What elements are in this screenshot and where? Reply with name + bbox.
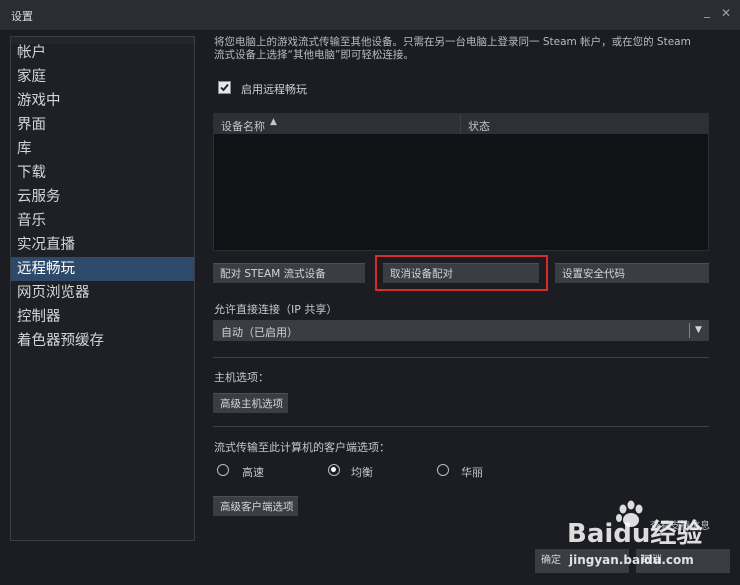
close-button[interactable]: ✕ xyxy=(721,6,731,20)
dropdown-separator xyxy=(689,323,690,338)
enable-remote-play-checkbox[interactable] xyxy=(218,81,231,94)
pair-streaming-device-button[interactable]: 配对 STEAM 流式设备 xyxy=(213,263,365,283)
sidebar-item-library[interactable]: 库 xyxy=(11,137,194,161)
chevron-down-icon[interactable]: ▼ xyxy=(695,325,702,335)
baidu-jingyan-watermark: Baidu经验 jingyan.baidu.com xyxy=(567,500,702,567)
watermark-url: jingyan.baidu.com xyxy=(568,553,694,567)
radio-fast-label: 高速 xyxy=(242,466,264,479)
direct-connect-label: 允许直接连接（IP 共享） xyxy=(214,303,338,316)
remote-play-description: 将您电脑上的游戏流式传输至其他设备。只需在另一台电脑上登录同一 Steam 帐户… xyxy=(214,36,714,62)
checkmark-icon xyxy=(220,83,229,92)
sidebar-item-remote-play[interactable]: 远程畅玩 xyxy=(11,257,194,281)
radio-balanced-label: 均衡 xyxy=(351,466,373,479)
radio-beautiful-label: 华丽 xyxy=(461,466,483,479)
sidebar-item-web-browser[interactable]: 网页浏览器 xyxy=(11,281,194,305)
advanced-host-options-button[interactable]: 高级主机选项 xyxy=(213,393,288,413)
section-divider xyxy=(213,357,709,358)
watermark-brand: Baidu经验 xyxy=(567,518,702,549)
direct-connect-dropdown[interactable]: 自动（已启用） ▼ xyxy=(213,320,709,341)
sidebar-item-music[interactable]: 音乐 xyxy=(11,209,194,233)
remote-play-panel: 将您电脑上的游戏流式传输至其他设备。只需在另一台电脑上登录同一 Steam 帐户… xyxy=(200,30,730,540)
enable-remote-play-label: 启用远程畅玩 xyxy=(241,83,307,96)
minimize-button[interactable]: _ xyxy=(704,4,710,18)
sidebar-item-controller[interactable]: 控制器 xyxy=(11,305,194,329)
sidebar-item-cloud[interactable]: 云服务 xyxy=(11,185,194,209)
settings-sidebar: 帐户 家庭 游戏中 界面 库 下载 云服务 音乐 实况直播 远程畅玩 网页浏览器… xyxy=(10,36,195,541)
column-header-device-name[interactable]: 设备名称 xyxy=(221,118,265,134)
sidebar-item-in-game[interactable]: 游戏中 xyxy=(11,89,194,113)
client-options-label: 流式传输至此计算机的客户端选项： xyxy=(214,441,390,454)
sort-ascending-icon: ▲ xyxy=(270,117,277,127)
device-table[interactable]: 设备名称 ▲ 状态 xyxy=(213,113,709,251)
sidebar-item-downloads[interactable]: 下载 xyxy=(11,161,194,185)
title-bar: 设置 _ ✕ xyxy=(0,0,740,30)
window-title: 设置 xyxy=(11,10,33,23)
highlight-annotation-box xyxy=(375,255,548,291)
sidebar-item-broadcasting[interactable]: 实况直播 xyxy=(11,233,194,257)
radio-beautiful[interactable] xyxy=(437,464,449,476)
column-header-status[interactable]: 状态 xyxy=(468,118,490,134)
radio-fast[interactable] xyxy=(217,464,229,476)
description-line-1: 将您电脑上的游戏流式传输至其他设备。只需在另一台电脑上登录同一 Steam 帐户… xyxy=(214,36,691,48)
column-divider[interactable] xyxy=(460,114,461,134)
set-security-code-button[interactable]: 设置安全代码 xyxy=(555,263,709,283)
sidebar-item-account[interactable]: 帐户 xyxy=(11,41,194,65)
description-line-2: 流式设备上选择“其他电脑”即可轻松连接。 xyxy=(214,49,414,61)
sidebar-item-interface[interactable]: 界面 xyxy=(11,113,194,137)
radio-selected-dot xyxy=(331,467,336,472)
sidebar-item-shader-cache[interactable]: 着色器预缓存 xyxy=(11,329,194,353)
sidebar-item-family[interactable]: 家庭 xyxy=(11,65,194,89)
section-divider xyxy=(213,426,709,427)
advanced-client-options-button[interactable]: 高级客户端选项 xyxy=(213,496,298,516)
device-table-header: 设备名称 ▲ 状态 xyxy=(214,114,708,134)
host-options-label: 主机选项： xyxy=(214,371,269,384)
radio-balanced[interactable] xyxy=(328,464,340,476)
direct-connect-value: 自动（已启用） xyxy=(221,326,298,339)
